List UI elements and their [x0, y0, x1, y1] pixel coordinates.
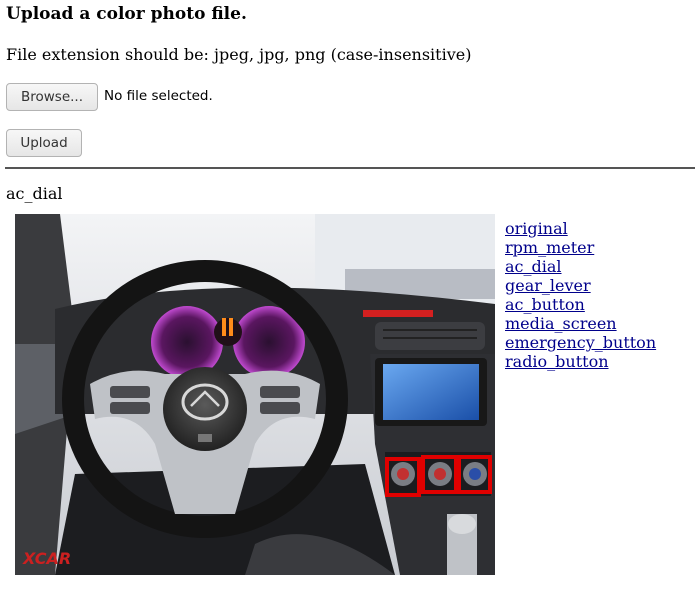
- page-title: Upload a color photo file.: [6, 4, 247, 24]
- link-ac-button[interactable]: ac_button: [505, 295, 656, 314]
- result-caption: ac_dial: [6, 184, 63, 203]
- link-original[interactable]: original: [505, 219, 656, 238]
- car-dashboard-photo: XCAR: [15, 214, 495, 575]
- link-gear-lever[interactable]: gear_lever: [505, 276, 656, 295]
- browse-button[interactable]: Browse...: [6, 83, 98, 111]
- region-links: original rpm_meter ac_dial gear_lever ac…: [505, 219, 656, 371]
- extension-note: File extension should be: jpeg, jpg, png…: [6, 45, 472, 64]
- file-status: No file selected.: [104, 88, 213, 104]
- divider: [5, 167, 695, 169]
- link-ac-dial[interactable]: ac_dial: [505, 257, 656, 276]
- link-emergency-button[interactable]: emergency_button: [505, 333, 656, 352]
- upload-button[interactable]: Upload: [6, 129, 82, 157]
- link-media-screen[interactable]: media_screen: [505, 314, 656, 333]
- svg-text:XCAR: XCAR: [22, 549, 71, 568]
- link-rpm-meter[interactable]: rpm_meter: [505, 238, 656, 257]
- link-radio-button[interactable]: radio_button: [505, 352, 656, 371]
